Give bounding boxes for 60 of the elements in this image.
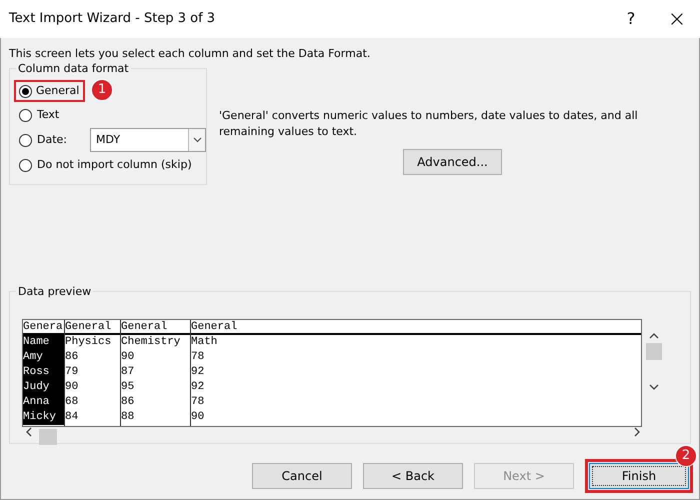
help-button[interactable]: ? bbox=[608, 0, 654, 38]
radio-button[interactable] bbox=[19, 158, 32, 172]
radio-button[interactable] bbox=[19, 84, 32, 98]
scroll-down-icon[interactable] bbox=[649, 384, 659, 390]
radio-label: Date: bbox=[37, 132, 67, 148]
table-cell-text: 92 bbox=[191, 380, 206, 395]
table-cell-text: 90 bbox=[65, 380, 80, 395]
table-cell-text: Chemistry bbox=[121, 335, 182, 350]
callout-badge: 2 bbox=[675, 445, 697, 467]
table-cell-text: 78 bbox=[191, 350, 206, 365]
table-cell-text: 78 bbox=[191, 395, 206, 410]
table-cell-text: 86 bbox=[65, 350, 80, 365]
table-cell: Amy bbox=[23, 350, 64, 365]
advanced-button[interactable]: Advanced... bbox=[403, 149, 502, 175]
preview-column[interactable]: Genera Name Amy Ross Judy Anna Micky bbox=[23, 320, 65, 426]
format-description: 'General' converts numeric values to numbers, date values to dates, and all remaining values to text. bbox=[219, 108, 639, 140]
table-cell: Ross bbox=[23, 365, 64, 380]
table-cell-text: Math bbox=[191, 335, 218, 350]
column-header[interactable]: General bbox=[65, 320, 120, 335]
table-cell-text: Physics bbox=[65, 335, 112, 350]
table-cell-text: 87 bbox=[121, 365, 136, 380]
table-cell-text: 84 bbox=[65, 410, 80, 425]
dialog-button[interactable]: Finish bbox=[589, 463, 689, 489]
scroll-right-icon[interactable] bbox=[634, 427, 640, 437]
radio-label: Do not import column (skip) bbox=[37, 156, 192, 173]
preview-column[interactable]: General Physics 86 79 90 68 84 bbox=[65, 320, 121, 426]
dialog-button[interactable]: < Back bbox=[363, 463, 463, 489]
preview-column[interactable]: General Math 78 92 92 78 90 bbox=[191, 320, 641, 426]
scrollbar-thumb[interactable] bbox=[646, 343, 662, 360]
column-header[interactable]: General bbox=[121, 320, 190, 335]
table-cell-text: 88 bbox=[121, 410, 136, 425]
radio-label: Text bbox=[37, 106, 60, 123]
table-cell-text: 79 bbox=[65, 365, 80, 380]
instruction-text: This screen lets you select each column and set the Data Format. bbox=[9, 47, 370, 60]
table-cell-text: 92 bbox=[191, 365, 206, 380]
table-cell-text: 95 bbox=[121, 380, 136, 395]
preview-column[interactable]: General Chemistry 90 87 95 86 88 bbox=[121, 320, 191, 426]
table-cell: Anna bbox=[23, 395, 64, 410]
table-cell: Micky bbox=[23, 410, 64, 425]
radio-label: General bbox=[36, 82, 80, 99]
dropdown-value: MDY bbox=[95, 132, 122, 148]
caret-icon bbox=[192, 137, 202, 143]
table-cell-text: 90 bbox=[121, 350, 136, 365]
scroll-up-icon[interactable] bbox=[649, 333, 659, 339]
scrollbar-thumb[interactable] bbox=[39, 429, 57, 445]
table-cell-text: 86 bbox=[121, 395, 136, 410]
close-button[interactable]: × bbox=[654, 0, 700, 38]
radio-button[interactable] bbox=[19, 134, 32, 146]
table-cell-text: 90 bbox=[191, 410, 206, 425]
table-cell: Judy bbox=[23, 380, 64, 395]
callout-badge: 1 bbox=[91, 79, 113, 101]
radio-button[interactable] bbox=[19, 108, 32, 122]
scroll-left-icon[interactable] bbox=[26, 427, 32, 437]
window-title: Text Import Wizard - Step 3 of 3 bbox=[9, 10, 216, 28]
column-header[interactable]: General bbox=[191, 320, 641, 335]
dialog-button[interactable]: Cancel bbox=[252, 463, 352, 489]
date-format-dropdown[interactable]: MDY bbox=[90, 128, 206, 152]
table-cell-text: 68 bbox=[65, 395, 80, 410]
table-cell: Name bbox=[23, 335, 64, 350]
group-title: Data preview bbox=[16, 284, 94, 300]
